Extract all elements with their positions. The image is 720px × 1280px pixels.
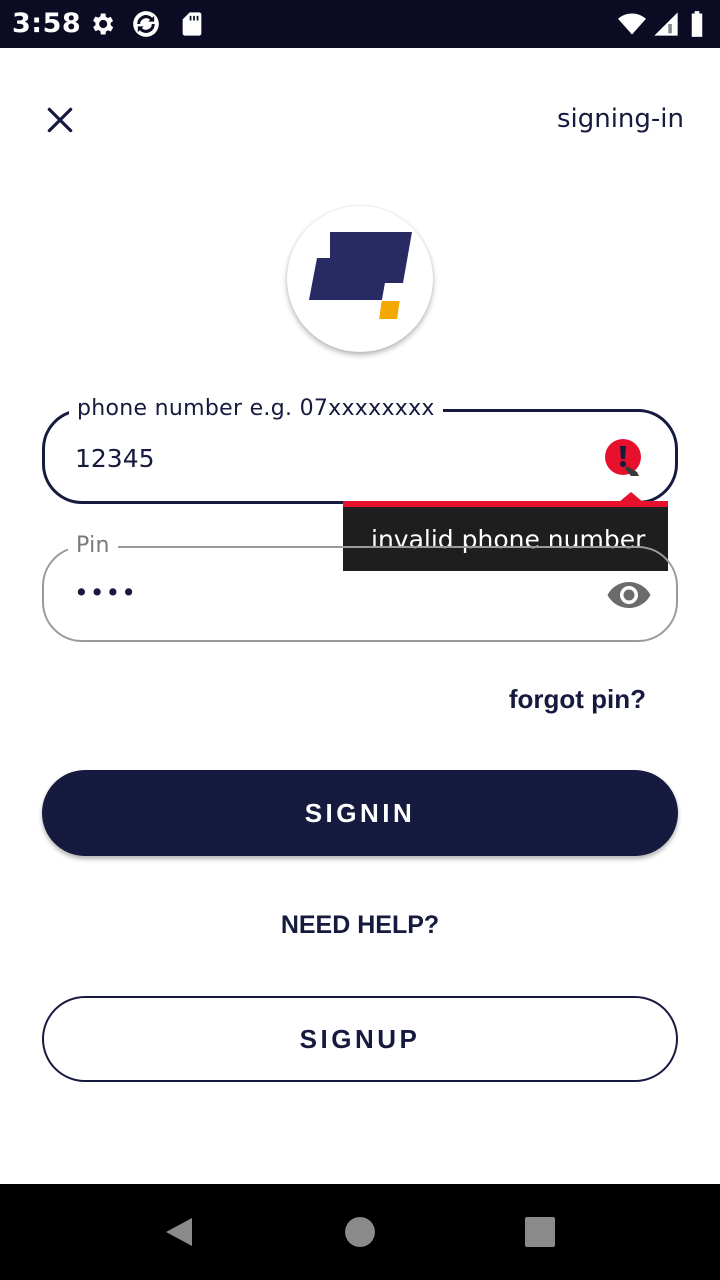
close-button[interactable] [36, 96, 84, 144]
battery-icon [691, 11, 703, 37]
eye-icon[interactable] [606, 578, 652, 612]
app-logo [287, 206, 433, 352]
status-time: 3:58 [12, 8, 82, 39]
logo-mark [309, 232, 412, 319]
home-icon[interactable] [336, 1208, 384, 1256]
need-help-link[interactable]: NEED HELP? [0, 911, 720, 940]
gear-icon [93, 13, 114, 35]
phone-number-label: phone number e.g. 07xxxxxxxx [69, 396, 443, 421]
page-title: signing-in [556, 104, 684, 134]
navigation-bar [0, 1184, 720, 1280]
signin-button[interactable]: SIGNIN [42, 770, 678, 856]
pin-label: Pin [68, 533, 118, 558]
signup-button[interactable]: SIGNUP [42, 996, 678, 1082]
error-icon [605, 439, 641, 476]
forgot-pin-link[interactable]: forgot pin? [509, 684, 646, 715]
back-icon[interactable] [156, 1208, 204, 1256]
sd-card-icon [182, 12, 202, 36]
pin-field[interactable]: Pin •••• [42, 533, 678, 642]
phone-number-input[interactable]: 12345 [75, 444, 155, 473]
status-bar: 3:58 [0, 0, 720, 48]
signal-icon [654, 12, 678, 36]
pin-input[interactable]: •••• [74, 578, 137, 607]
wifi-icon [618, 13, 646, 35]
sync-icon [133, 11, 159, 37]
close-icon [47, 107, 73, 133]
phone-number-field[interactable]: phone number e.g. 07xxxxxxxx 12345 [42, 396, 678, 504]
recents-icon[interactable] [516, 1208, 564, 1256]
